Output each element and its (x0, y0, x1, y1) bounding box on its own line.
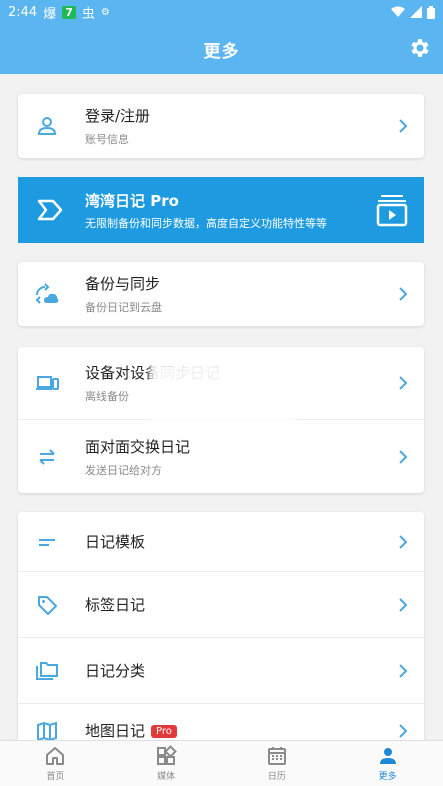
bottom-navigation: 首页 媒体 日历 更多 (0, 740, 443, 786)
f2f-row[interactable]: 面对面交换日记 发送日记给对方 (18, 420, 424, 493)
signal-icon (410, 6, 422, 18)
status-bar: 2:44 爆 7 虫 ⚙ (0, 0, 443, 24)
f2f-subtitle: 发送日记给对方 (85, 463, 162, 477)
backup-card[interactable]: 备份与同步 备份日记到云盘 (18, 262, 424, 326)
template-lines-icon (34, 529, 60, 555)
cloud-sync-icon (34, 281, 60, 307)
tag-title: 标签日记 (85, 596, 146, 614)
notification-icon-bao: 爆 (43, 6, 57, 22)
grid-icon (157, 745, 177, 765)
chevron-right-icon (399, 663, 408, 678)
template-title: 日记模板 (85, 533, 146, 551)
chevron-right-icon (399, 376, 408, 390)
chevron-right-icon (399, 119, 408, 133)
backup-title: 备份与同步 (85, 275, 161, 293)
nav-calendar[interactable]: 日历 (222, 741, 333, 786)
media-library-icon (376, 195, 408, 227)
f2f-title: 面对面交换日记 (85, 437, 191, 456)
devices-icon (34, 370, 60, 396)
wifi-icon (391, 6, 405, 17)
home-icon (46, 747, 65, 765)
person-icon (379, 748, 396, 764)
pro-banner[interactable]: 湾湾日记 Pro 无限制备份和同步数据，高度自定义功能特性等等 (18, 177, 424, 243)
nav-media-label: 媒体 (157, 772, 176, 782)
blur-overlay (150, 362, 295, 422)
user-icon (34, 113, 60, 139)
nav-calendar-label: 日历 (267, 772, 286, 782)
chevron-right-icon (399, 534, 408, 549)
notification-icon-seven: 7 (62, 5, 76, 19)
calendar-icon (267, 747, 286, 765)
map-title: 地图日记 (85, 722, 146, 740)
nav-more[interactable]: 更多 (332, 741, 443, 786)
notification-icon-bug: 虫 (81, 6, 95, 22)
folders-icon (34, 658, 60, 684)
nav-home-label: 首页 (46, 772, 65, 782)
login-title: 登录/注册 (85, 107, 151, 125)
category-row[interactable]: 日记分类 (18, 638, 424, 703)
pro-badge: Pro (151, 725, 177, 738)
chevron-right-icon (399, 597, 408, 612)
tools-card: 日记模板 标签日记 日记分类 地图日记 Pro (18, 512, 424, 752)
chevron-right-icon (399, 724, 408, 738)
nav-more-label: 更多 (378, 772, 397, 782)
page-title: 更多 (203, 41, 240, 62)
backup-row[interactable]: 备份与同步 备份日记到云盘 (18, 262, 424, 326)
pro-subtitle: 无限制备份和同步数据，高度自定义功能特性等等 (85, 217, 327, 230)
tag-icon (34, 592, 60, 618)
nav-media[interactable]: 媒体 (111, 741, 222, 786)
template-row[interactable]: 日记模板 (18, 512, 424, 571)
swap-arrows-icon (34, 444, 60, 470)
nav-home[interactable]: 首页 (0, 741, 111, 786)
app-bar: 更多 (0, 24, 443, 74)
backup-subtitle: 备份日记到云盘 (85, 301, 162, 314)
login-subtitle: 账号信息 (85, 133, 129, 146)
gear-icon[interactable] (407, 36, 431, 60)
chevron-right-icon (399, 449, 408, 464)
notification-icon-settings: ⚙ (100, 6, 110, 18)
battery-icon (427, 5, 435, 19)
login-row[interactable]: 登录/注册 账号信息 (18, 94, 424, 158)
tag-row[interactable]: 标签日记 (18, 572, 424, 637)
pro-title: 湾湾日记 Pro (85, 192, 179, 210)
status-time: 2:44 (8, 4, 38, 20)
chevron-right-icon (399, 287, 408, 301)
category-title: 日记分类 (85, 662, 146, 680)
account-card[interactable]: 登录/注册 账号信息 (18, 94, 424, 158)
arrow-badge-icon (37, 199, 63, 221)
